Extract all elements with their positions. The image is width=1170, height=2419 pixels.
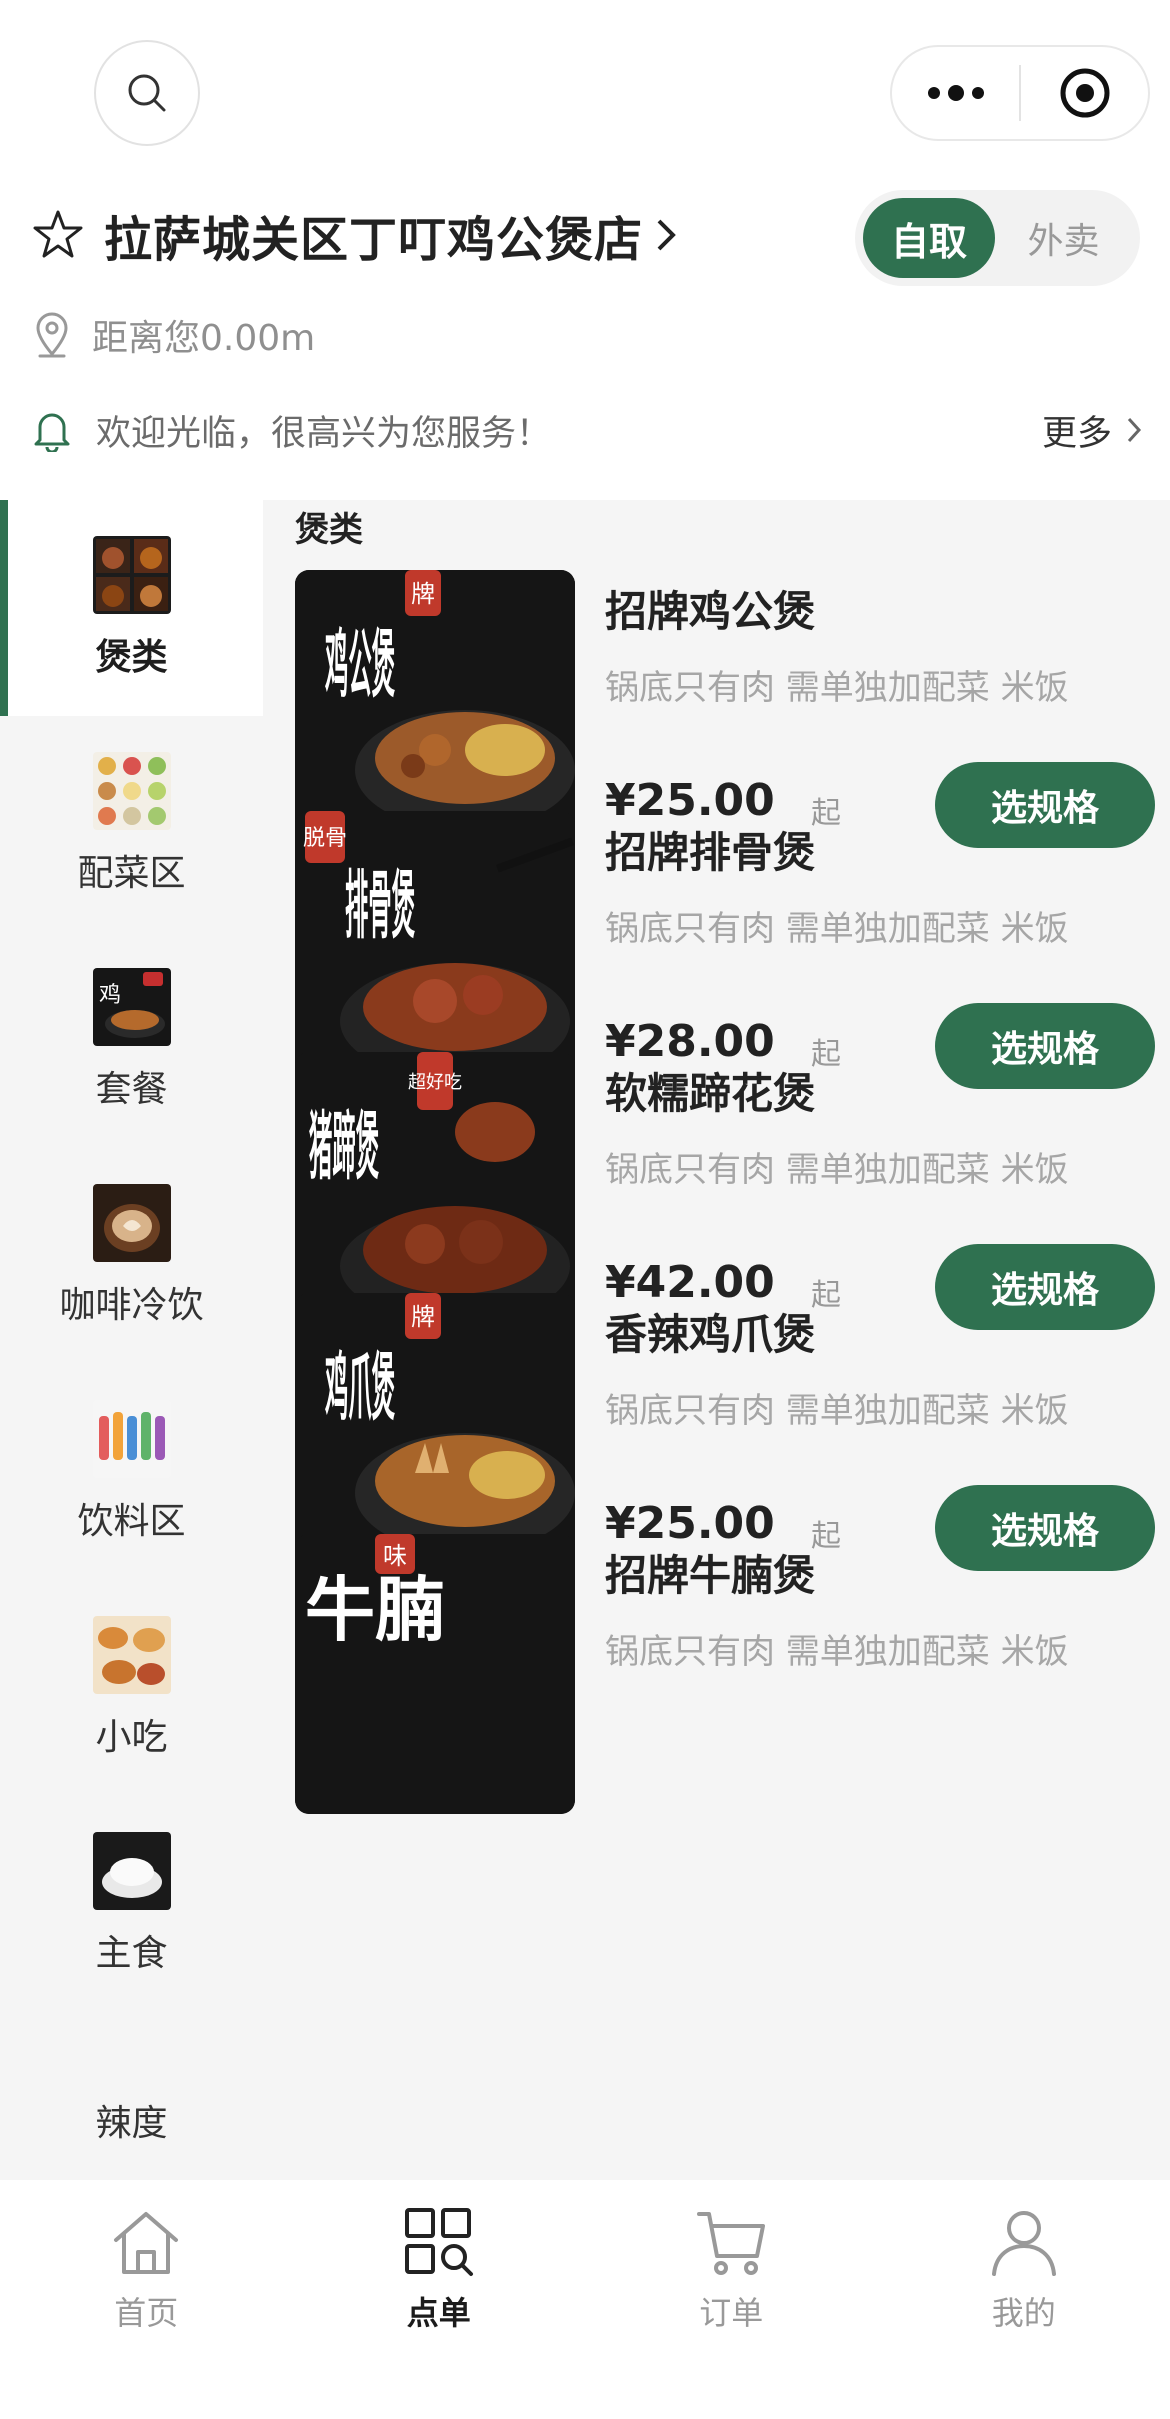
product-image-badge: 超好吃 <box>408 1072 462 1093</box>
order-page: 拉萨城关区丁叮鸡公煲店 自取 外卖 距离您0.00m 欢迎光临，很高兴为您服务！… <box>0 0 1170 2419</box>
sidebar-item-label: 配菜区 <box>77 853 186 894</box>
product-name: 招牌鸡公煲 <box>605 587 816 636</box>
tab-label: 订单 <box>699 2294 764 2332</box>
product-card[interactable]: 超好吃 猪蹄煲 软糯蹄花煲 锅底只有肉 需单独加配菜 米饭 ¥42.00 起 选… <box>295 1052 1155 1332</box>
product-list: 煲类 牌 鸡公煲 招牌鸡公煲 锅底只有肉 需单独加配菜 米饭 ¥25.00 起 <box>263 500 1170 2180</box>
search-icon <box>128 74 166 112</box>
tab-label: 点单 <box>406 2294 471 2332</box>
product-image-badge: 牌 <box>411 1303 435 1331</box>
sidebar-item-pot[interactable]: 煲类 <box>0 500 263 716</box>
category-thumbnail <box>92 1832 171 1910</box>
product-image: 味 牛腩 <box>295 1534 575 1814</box>
product-name: 招牌排骨煲 <box>605 828 816 877</box>
product-description: 锅底只有肉 需单独加配菜 米饭 <box>605 909 1069 949</box>
sidebar-item-label: 咖啡冷饮 <box>59 1285 204 1326</box>
close-mini-program-button[interactable] <box>1021 47 1148 139</box>
bell-icon <box>34 413 70 452</box>
category-thumbnail <box>92 1184 171 1262</box>
product-image: 牌 鸡公煲 <box>295 570 575 850</box>
product-card[interactable]: 脱骨 排骨煲 招牌排骨煲 锅底只有肉 需单独加配菜 米饭 ¥28.00 起 选规… <box>295 811 1155 1091</box>
product-image-badge: 味 <box>383 1542 407 1570</box>
more-menu-button[interactable] <box>892 47 1019 139</box>
record-close-icon <box>1060 68 1109 118</box>
sidebar-item-snacks[interactable]: 小吃 <box>0 1580 263 1796</box>
delivery-option[interactable]: 外卖 <box>995 198 1132 278</box>
sidebar-item-label: 主食 <box>95 1933 168 1974</box>
notice-text: 欢迎光临，很高兴为您服务！ <box>96 413 552 454</box>
distance-text: 距离您0.00m <box>92 318 316 359</box>
product-image-title: 鸡爪煲 <box>325 1345 395 1431</box>
product-image: 超好吃 猪蹄煲 <box>295 1052 575 1332</box>
search-button[interactable] <box>94 40 200 146</box>
chevron-right-icon <box>657 219 676 251</box>
store-header[interactable]: 拉萨城关区丁叮鸡公煲店 <box>32 200 677 270</box>
pickup-delivery-toggle[interactable]: 自取 外卖 <box>855 190 1140 286</box>
distance-row: 距离您0.00m <box>34 305 315 365</box>
tab-label: 我的 <box>991 2294 1056 2332</box>
sidebar-item-coffee[interactable]: 咖啡冷饮 <box>0 1148 263 1364</box>
category-thumbnail: 鸡 <box>92 968 171 1046</box>
cart-icon <box>697 2212 766 2275</box>
category-sidebar: 煲类 配菜区 鸡 套餐 咖啡冷饮 饮料区 小吃 主食 辣度 <box>0 500 263 2180</box>
tab-label: 首页 <box>114 2294 179 2332</box>
menu-grid-search-icon <box>404 2208 473 2276</box>
home-icon <box>114 2212 179 2274</box>
more-link[interactable]: 更多 <box>1042 405 1112 456</box>
tab-order[interactable]: 点单 <box>293 2180 586 2419</box>
sidebar-item-side-dishes[interactable]: 配菜区 <box>0 716 263 932</box>
product-description: 锅底只有肉 需单独加配菜 米饭 <box>605 668 1069 708</box>
sidebar-item-label: 饮料区 <box>77 1501 186 1542</box>
tab-home[interactable]: 首页 <box>0 2180 293 2419</box>
svg-text:鸡: 鸡 <box>99 983 121 1008</box>
sidebar-item-label: 煲类 <box>95 637 168 678</box>
category-thumbnail <box>92 536 171 614</box>
product-description: 锅底只有肉 需单独加配菜 米饭 <box>605 1150 1069 1190</box>
product-card[interactable]: 牌 鸡公煲 招牌鸡公煲 锅底只有肉 需单独加配菜 米饭 ¥25.00 起 选规格 <box>295 570 1155 850</box>
category-thumbnail <box>92 1616 171 1694</box>
chevron-right-icon <box>1127 417 1142 443</box>
product-image-title: 猪蹄煲 <box>309 1104 379 1190</box>
tab-orders[interactable]: 订单 <box>585 2180 878 2419</box>
product-name: 香辣鸡爪煲 <box>605 1310 816 1359</box>
sidebar-item-drinks[interactable]: 饮料区 <box>0 1364 263 1580</box>
product-image-title: 排骨煲 <box>345 863 415 949</box>
sidebar-item-spice-level[interactable]: 辣度 <box>0 2012 263 2180</box>
category-title: 煲类 <box>295 510 363 550</box>
tab-profile[interactable]: 我的 <box>878 2180 1170 2419</box>
product-image: 牌 鸡爪煲 <box>295 1293 575 1573</box>
product-description: 锅底只有肉 需单独加配菜 米饭 <box>605 1391 1069 1431</box>
category-thumbnail <box>92 1400 171 1478</box>
product-image: 脱骨 排骨煲 <box>295 811 575 1091</box>
sidebar-item-label: 小吃 <box>95 1717 168 1758</box>
product-card[interactable]: 味 牛腩 招牌牛腩煲 锅底只有肉 需单独加配菜 米饭 <box>295 1534 1135 1814</box>
notice-bar[interactable]: 欢迎光临，很高兴为您服务！ 更多 <box>32 400 1142 460</box>
pickup-option[interactable]: 自取 <box>863 198 995 278</box>
product-description: 锅底只有肉 需单独加配菜 米饭 <box>605 1632 1069 1672</box>
location-pin-icon <box>36 312 68 358</box>
product-image-badge: 牌 <box>411 580 435 608</box>
product-name: 软糯蹄花煲 <box>605 1069 816 1118</box>
mini-program-capsule <box>890 45 1150 141</box>
user-icon <box>991 2211 1056 2276</box>
category-thumbnail <box>92 752 171 830</box>
sidebar-item-staple[interactable]: 主食 <box>0 1796 263 2012</box>
store-name[interactable]: 拉萨城关区丁叮鸡公煲店 <box>104 200 643 270</box>
sidebar-item-combo[interactable]: 鸡 套餐 <box>0 932 263 1148</box>
star-favorite-icon[interactable] <box>32 209 84 261</box>
product-image-title: 牛腩 <box>305 1568 445 1651</box>
more-dots-icon <box>927 85 984 101</box>
sidebar-item-label: 辣度 <box>95 2103 168 2144</box>
product-image-title: 鸡公煲 <box>325 622 395 708</box>
sidebar-item-label: 套餐 <box>95 1069 168 1110</box>
bottom-tab-bar: 首页 点单 订单 我的 <box>0 2180 1170 2419</box>
product-name: 招牌牛腩煲 <box>605 1551 816 1600</box>
product-image-badge: 脱骨 <box>303 826 347 851</box>
product-card[interactable]: 牌 鸡爪煲 香辣鸡爪煲 锅底只有肉 需单独加配菜 米饭 ¥25.00 起 选规格 <box>295 1293 1155 1573</box>
